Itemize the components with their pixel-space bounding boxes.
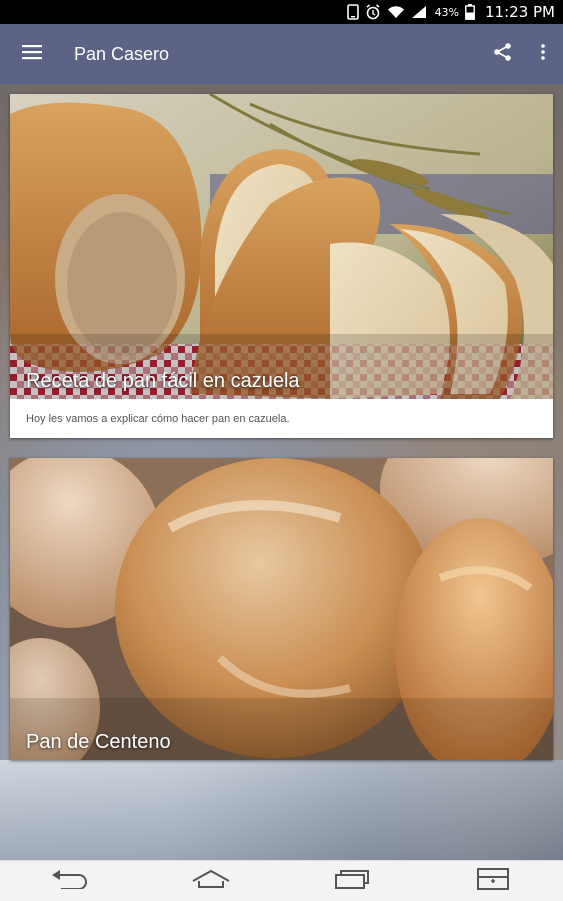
signal-icon — [411, 5, 427, 19]
clock: 11:23 PM — [485, 3, 555, 21]
screen-capture-icon — [476, 868, 509, 894]
navigation-bar — [0, 860, 563, 901]
recipe-card[interactable]: Pan de Centeno — [10, 458, 553, 760]
home-button[interactable] — [181, 861, 241, 901]
recipe-card[interactable]: Receta de pan fácil en cazuela Hoy les v… — [10, 94, 553, 438]
share-icon — [493, 42, 513, 66]
recipe-image: Receta de pan fácil en cazuela — [10, 94, 553, 399]
more-vert-icon — [540, 43, 546, 65]
app-bar: Pan Casero — [0, 24, 563, 84]
menu-button[interactable] — [0, 24, 64, 84]
recipe-image: Pan de Centeno — [10, 458, 553, 760]
home-icon — [191, 869, 231, 893]
recipe-title: Pan de Centeno — [26, 731, 171, 753]
background-image — [0, 760, 563, 860]
recipe-list[interactable]: Receta de pan fácil en cazuela Hoy les v… — [0, 84, 563, 860]
back-icon — [51, 869, 89, 893]
recipe-description: Hoy les vamos a explicar cómo hacer pan … — [26, 412, 290, 425]
battery-percent: 43% — [434, 5, 460, 19]
app-title: Pan Casero — [74, 43, 170, 64]
phone-icon — [346, 4, 359, 20]
status-bar: 43% 11:23 PM — [0, 0, 563, 24]
recent-apps-icon — [334, 869, 370, 893]
back-button[interactable] — [40, 861, 100, 901]
quick-memo-button[interactable] — [463, 861, 523, 901]
battery-icon — [465, 4, 475, 20]
wifi-icon — [387, 5, 405, 19]
alarm-icon — [365, 4, 381, 20]
share-button[interactable] — [483, 24, 523, 84]
overflow-menu-button[interactable] — [523, 24, 563, 84]
recipe-title: Receta de pan fácil en cazuela — [26, 370, 300, 392]
recent-apps-button[interactable] — [322, 861, 382, 901]
hamburger-menu-icon — [22, 44, 42, 64]
